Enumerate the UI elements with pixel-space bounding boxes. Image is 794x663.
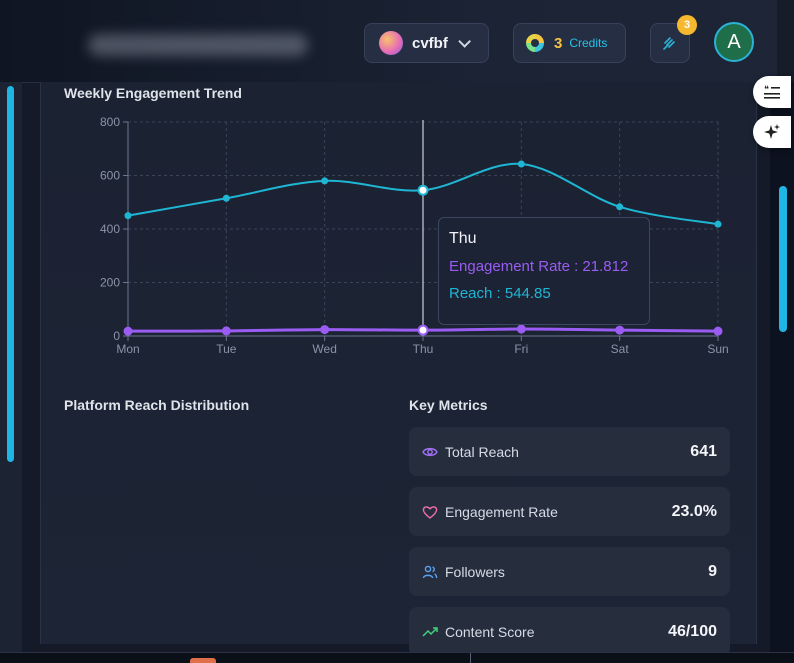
data-point-engagement-rate [221, 326, 231, 336]
quote-button[interactable]: ❝ [753, 76, 791, 108]
sparkle-icon [764, 124, 780, 139]
x-tick-label: Sun [707, 342, 728, 356]
y-tick-label: 400 [100, 222, 120, 236]
workspace-avatar [379, 31, 403, 55]
ai-sparkle-button[interactable] [753, 116, 791, 148]
x-tick-label: Tue [216, 342, 237, 356]
y-tick-label: 600 [100, 169, 120, 183]
data-point-reach [222, 194, 230, 202]
data-point-reach [124, 212, 132, 220]
metric-label: Engagement Rate [445, 503, 558, 520]
eye-icon [422, 444, 438, 460]
credits-label: Credits [569, 36, 608, 50]
x-tick-label: Thu [413, 342, 434, 356]
x-tick-label: Mon [116, 342, 139, 356]
data-point-engagement-rate [417, 324, 429, 336]
data-point-engagement-rate [123, 326, 133, 336]
notification-badge: 3 [677, 15, 697, 35]
data-point-reach [417, 184, 429, 196]
x-tick-label: Fri [514, 342, 528, 356]
data-point-reach [321, 177, 329, 185]
chevron-down-icon [458, 34, 471, 48]
metric-total-reach[interactable]: Total Reach 641 [409, 427, 730, 476]
x-tick-label: Wed [312, 342, 336, 356]
notifications-button[interactable]: 3 [650, 15, 697, 63]
metric-followers[interactable]: Followers 9 [409, 547, 730, 596]
users-icon [422, 564, 438, 580]
right-rail [770, 82, 794, 652]
data-point-engagement-rate [516, 324, 526, 334]
data-point-reach [714, 220, 722, 228]
y-tick-label: 0 [113, 329, 120, 343]
metric-value: 46/100 [668, 622, 717, 640]
metric-label: Followers [445, 563, 505, 580]
quote-lines-icon: ❝ [764, 85, 780, 99]
left-scrollbar[interactable] [7, 86, 14, 462]
metric-value: 23.0% [671, 502, 717, 520]
data-point-engagement-rate [615, 325, 625, 335]
tooltip-day: Thu [449, 230, 477, 247]
platform-reach-title: Platform Reach Distribution [64, 397, 250, 413]
data-point-reach [517, 160, 525, 168]
metric-value: 9 [708, 562, 717, 580]
taskbar-app-icon[interactable] [190, 658, 216, 663]
key-metrics-title: Key Metrics [409, 397, 488, 413]
metric-content-score[interactable]: Content Score 46/100 [409, 607, 730, 656]
data-point-reach [616, 203, 624, 211]
credits-count: 3 [554, 34, 563, 52]
credits-button[interactable]: 3 Credits [513, 23, 626, 63]
credits-coin-icon [526, 34, 544, 52]
right-scrollbar[interactable] [779, 186, 787, 332]
window-edge [777, 0, 794, 82]
satellite-icon [663, 37, 675, 50]
workspace-switcher[interactable]: cvfbf [364, 23, 489, 63]
x-tick-label: Sat [611, 342, 630, 356]
data-point-engagement-rate [320, 325, 330, 335]
y-tick-label: 200 [100, 276, 120, 290]
metric-engagement-rate[interactable]: Engagement Rate 23.0% [409, 487, 730, 536]
engagement-trend-title: Weekly Engagement Trend [64, 85, 242, 101]
trending-up-icon [422, 624, 438, 640]
tooltip-engagement: Engagement Rate : 21.812 [449, 258, 629, 275]
top-bar: cvfbf 3 Credits 3 A [0, 0, 794, 83]
metric-value: 641 [690, 442, 717, 460]
chart-tooltip: Thu Engagement Rate : 21.812 Reach : 544… [438, 217, 650, 325]
taskbar [0, 652, 794, 663]
y-tick-label: 800 [100, 115, 120, 129]
blurred-page-title [88, 34, 308, 56]
user-avatar[interactable]: A [714, 22, 754, 62]
workspace-name: cvfbf [412, 34, 448, 52]
tooltip-reach: Reach : 544.85 [449, 285, 551, 302]
heart-icon [422, 504, 438, 520]
metric-label: Content Score [445, 623, 535, 640]
metric-label: Total Reach [445, 443, 519, 460]
data-point-engagement-rate [713, 326, 723, 336]
